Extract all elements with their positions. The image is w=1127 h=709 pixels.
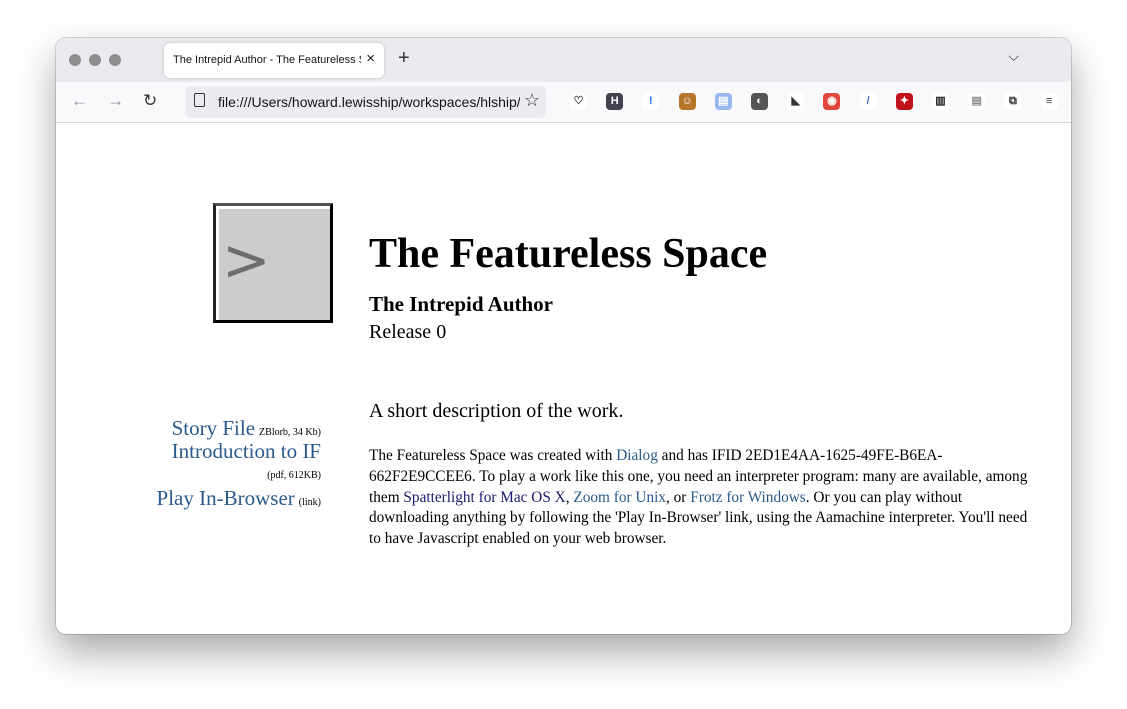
zoom-window-button[interactable]: [109, 54, 121, 66]
page-title: The Featureless Space: [369, 231, 768, 277]
body-text-part: , or: [666, 488, 691, 506]
browser-window: The Intrepid Author - The Featureless Sp…: [56, 38, 1071, 634]
h-extension-icon[interactable]: H: [606, 93, 624, 110]
play-note: (link): [298, 497, 321, 508]
new-tab-button[interactable]: +: [398, 47, 410, 70]
cover-image: >: [213, 203, 333, 323]
prompt-icon: >: [222, 226, 271, 294]
play-in-browser-link[interactable]: Play In-Browser: [157, 486, 295, 510]
zoom-link[interactable]: Zoom for Unix: [573, 489, 666, 506]
body-text: The Featureless Space was created with D…: [369, 446, 1029, 550]
magic-wand-icon[interactable]: ✦: [895, 93, 913, 110]
reader-view-icon[interactable]: ▤: [968, 93, 986, 110]
page-content: > The Featureless Space The Intrepid Aut…: [56, 123, 1071, 634]
page-icon: [194, 93, 205, 107]
extensions-icon[interactable]: ⧉: [1004, 93, 1022, 110]
documents-icon[interactable]: ▤: [714, 93, 732, 110]
privacy-icon[interactable]: ◐: [751, 93, 768, 110]
intro-note: (pdf, 612KB): [267, 470, 321, 481]
bookmark-star-icon[interactable]: ☆: [519, 90, 540, 111]
back-icon[interactable]: ←: [71, 91, 88, 111]
close-tab-icon[interactable]: ×: [366, 50, 375, 67]
minimize-window-button[interactable]: [89, 54, 101, 66]
tab-title: The Intrepid Author - The Featureless Sp…: [173, 54, 361, 66]
release: Release 0: [369, 321, 447, 343]
url-text: file:///Users/howard.lewisship/workspace…: [218, 94, 521, 110]
intro-to-if-link[interactable]: Introduction to IF: [172, 439, 321, 463]
pocket-icon[interactable]: ♡: [570, 93, 587, 110]
story-file-link[interactable]: Story File: [172, 416, 255, 440]
reader-stack-icon[interactable]: ▥: [932, 93, 949, 110]
eyedropper-icon[interactable]: /: [859, 93, 877, 110]
body-text-part: The Featureless Space was created with: [369, 447, 617, 464]
spatterlight-link[interactable]: Spatterlight for Mac OS X: [403, 489, 565, 506]
forward-icon[interactable]: →: [107, 91, 124, 111]
short-description: A short description of the work.: [369, 400, 624, 422]
tab-bar: The Intrepid Author - The Featureless Sp…: [56, 38, 1071, 82]
nav-toolbar: ← → ↻ file:///Users/howard.lewisship/wor…: [56, 82, 1071, 123]
list-tabs-chevron-icon[interactable]: ⌵: [1008, 48, 1019, 65]
password-lock-icon[interactable]: !: [642, 93, 660, 110]
url-bar[interactable]: file:///Users/howard.lewisship/workspace…: [185, 86, 546, 118]
download-links: Story File ZBlorb, 34 Kb) Introduction t…: [121, 417, 321, 510]
frotz-link[interactable]: Frotz for Windows: [690, 489, 806, 506]
author: The Intrepid Author: [369, 292, 553, 316]
menu-icon[interactable]: ≡: [1040, 93, 1058, 110]
raccoon-icon[interactable]: ◣: [787, 93, 805, 110]
monkey-icon[interactable]: ☺: [678, 93, 696, 110]
close-window-button[interactable]: [69, 54, 81, 66]
story-file-note: ZBlorb, 34 Kb): [259, 427, 321, 438]
tab-active[interactable]: The Intrepid Author - The Featureless Sp…: [164, 43, 384, 78]
reload-icon[interactable]: ↻: [143, 91, 157, 111]
camera-icon[interactable]: ◉: [823, 93, 841, 110]
dialog-link[interactable]: Dialog: [616, 447, 658, 464]
